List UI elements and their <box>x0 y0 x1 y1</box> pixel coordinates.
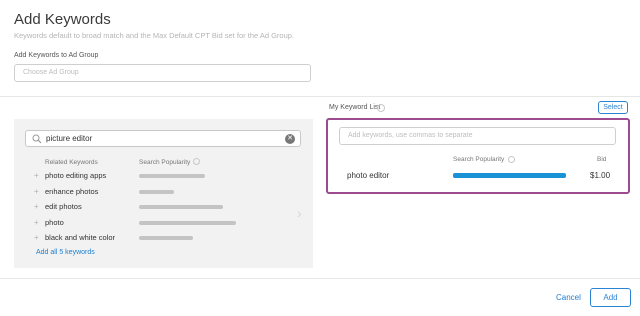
popularity-fill <box>139 220 236 225</box>
plus-icon[interactable]: + <box>34 171 39 180</box>
related-keyword-label: photo <box>45 217 64 227</box>
related-keyword-label: enhance photos <box>45 186 99 196</box>
page-subtitle: Keywords default to broad match and the … <box>14 31 295 40</box>
related-keyword-label: edit photos <box>45 202 82 211</box>
ad-group-label: Add Keywords to Ad Group <box>14 52 99 59</box>
popularity-fill <box>139 189 174 194</box>
popularity-bar <box>139 174 239 178</box>
add-button[interactable]: Add <box>590 288 631 307</box>
plus-icon[interactable]: + <box>34 218 39 227</box>
popularity-fill <box>453 173 566 178</box>
popularity-bar <box>139 236 239 240</box>
keyword-search-value: picture editor <box>46 134 93 143</box>
my-list-popularity-header: Search Popularity <box>453 156 505 163</box>
divider <box>0 96 640 97</box>
popularity-bar <box>139 189 239 194</box>
info-icon[interactable] <box>508 156 515 163</box>
related-keyword-label: black and white color <box>45 233 116 242</box>
add-keywords-input[interactable]: Add keywords, use commas to separate <box>339 127 616 145</box>
close-circle-icon[interactable]: ✕ <box>285 134 295 144</box>
related-keyword-row[interactable]: + enhance photos <box>14 186 294 200</box>
plus-icon[interactable]: + <box>34 202 39 211</box>
divider <box>0 278 640 279</box>
plus-icon[interactable]: + <box>34 233 39 242</box>
search-popularity-header: Search Popularity <box>139 159 191 166</box>
cancel-button[interactable]: Cancel <box>556 293 581 302</box>
info-icon[interactable] <box>377 104 385 112</box>
add-all-keywords-link[interactable]: Add all 5 keywords <box>36 249 95 256</box>
my-list-bid[interactable]: $1.00 <box>590 171 610 180</box>
my-keyword-list-label: My Keyword List <box>329 104 381 111</box>
select-button[interactable]: Select <box>598 101 628 114</box>
ad-group-select[interactable]: Choose Ad Group <box>14 64 311 82</box>
popularity-bar <box>139 205 239 209</box>
related-keyword-row[interactable]: + photo editing apps <box>14 170 294 184</box>
keyword-suggestions-panel: picture editor ✕ Related Keywords Search… <box>14 119 313 268</box>
related-keywords-header: Related Keywords <box>45 159 98 166</box>
my-list-keyword: photo editor <box>347 171 390 180</box>
plus-icon[interactable]: + <box>34 187 39 196</box>
chevron-right-icon: › <box>297 205 302 221</box>
keyword-search-input[interactable]: picture editor ✕ <box>25 130 301 147</box>
related-keyword-row[interactable]: + photo <box>14 217 294 231</box>
popularity-fill <box>139 205 223 209</box>
popularity-bar <box>139 220 239 225</box>
popularity-fill <box>139 236 193 240</box>
search-icon <box>32 134 42 144</box>
my-list-bid-header: Bid <box>597 156 607 163</box>
related-keyword-label: photo editing apps <box>45 171 107 180</box>
popularity-fill <box>139 174 205 178</box>
related-keyword-row[interactable]: + black and white color <box>14 232 294 246</box>
page-title: Add Keywords <box>14 11 111 28</box>
info-icon[interactable] <box>193 158 200 165</box>
related-keyword-row[interactable]: + edit photos <box>14 201 294 215</box>
my-list-popularity-bar <box>453 173 566 178</box>
